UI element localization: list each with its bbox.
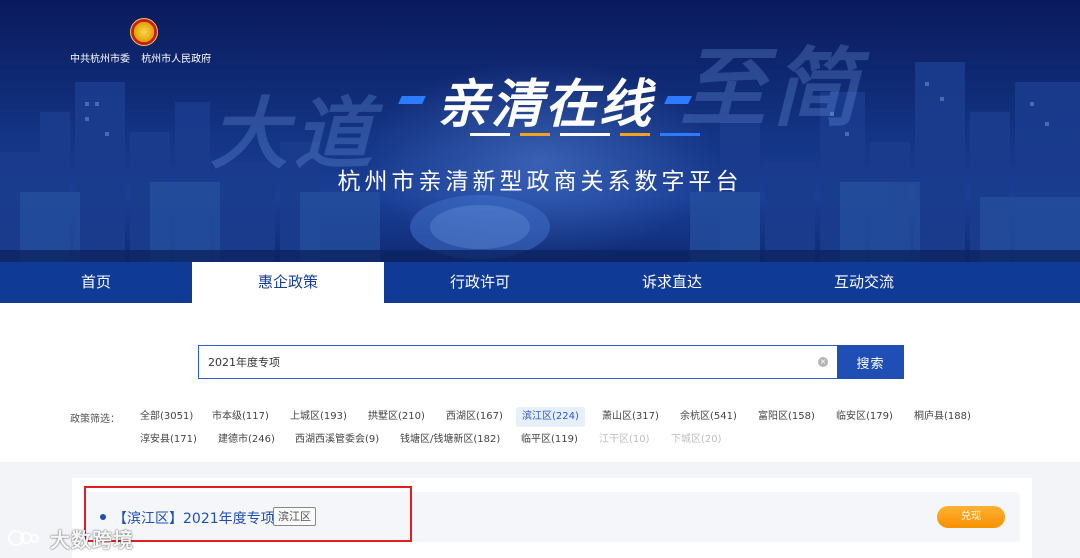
header-banner: 大道 至简 中共杭州市委 杭州市人民政府 亲清在线 杭州市亲清新型政商关系数字平… (0, 0, 1080, 262)
filter-chip[interactable]: 富阳区(158) (752, 407, 821, 427)
nav-item-policies[interactable]: 惠企政策 (192, 262, 384, 303)
clear-icon[interactable]: × (818, 357, 828, 367)
filter-chip[interactable]: 拱墅区(210) (362, 407, 431, 427)
filter-chip[interactable]: 余杭区(541) (674, 407, 743, 427)
filter-chip[interactable]: 钱塘区/钱塘新区(182) (394, 430, 506, 450)
filter-chip-active[interactable]: 滨江区(224) (516, 407, 585, 427)
platform-title: 亲清在线 (398, 62, 692, 135)
banner-bg-slogan-right: 至简 (680, 39, 864, 139)
search-button[interactable]: 搜索 (837, 345, 904, 379)
filter-chip[interactable]: 淳安县(171) (134, 430, 203, 450)
watermark-text: 大数跨境 (50, 527, 134, 552)
filter-chip[interactable]: 西湖区(167) (440, 407, 509, 427)
filter-chip[interactable]: 桐庐县(188) (908, 407, 977, 427)
filter-chip[interactable]: 临平区(119) (515, 430, 584, 450)
gov-unit-government: 杭州市人民政府 (141, 54, 212, 65)
filter-chip[interactable]: 建德市(246) (212, 430, 281, 450)
filter-chip[interactable]: 上城区(193) (284, 407, 353, 427)
national-emblem-icon (130, 18, 158, 46)
search-bar: × 搜索 (198, 345, 906, 379)
nav-item-licensing[interactable]: 行政许可 (384, 262, 576, 303)
platform-subtitle: 杭州市亲清新型政商关系数字平台 (337, 169, 743, 195)
filter-chip[interactable]: 全部(3051) (134, 407, 199, 427)
government-logo: 中共杭州市委 杭州市人民政府 (70, 18, 220, 68)
watermark: 大数跨境 (8, 522, 134, 554)
nav-item-interaction[interactable]: 互动交流 (768, 262, 960, 303)
nav-item-appeals[interactable]: 诉求直达 (576, 262, 768, 303)
title-dash-right (664, 96, 692, 104)
claim-button[interactable]: 兑现 (937, 506, 1005, 528)
filter-chip[interactable]: 临安区(179) (830, 407, 899, 427)
filter-label: 政策筛选： (70, 414, 120, 425)
gov-unit-party: 中共杭州市委 (70, 54, 130, 65)
main-nav: 首页 惠企政策 行政许可 诉求直达 互动交流 (0, 262, 1080, 303)
filter-chip[interactable]: 萧山区(317) (596, 407, 665, 427)
nav-item-home[interactable]: 首页 (0, 262, 192, 303)
filter-chip-disabled: 江干区(10) (599, 434, 650, 445)
filter-chip-disabled: 下城区(20) (671, 434, 722, 445)
title-underline (470, 133, 700, 139)
government-units: 中共杭州市委 杭州市人民政府 (70, 50, 220, 65)
filter-chip[interactable]: 市本级(117) (206, 407, 275, 427)
watermark-logo-icon (8, 526, 42, 550)
platform-title-text: 亲清在线 (436, 75, 653, 135)
filter-chip[interactable]: 西湖西溪管委会(9) (289, 430, 385, 450)
search-input[interactable] (198, 345, 838, 379)
